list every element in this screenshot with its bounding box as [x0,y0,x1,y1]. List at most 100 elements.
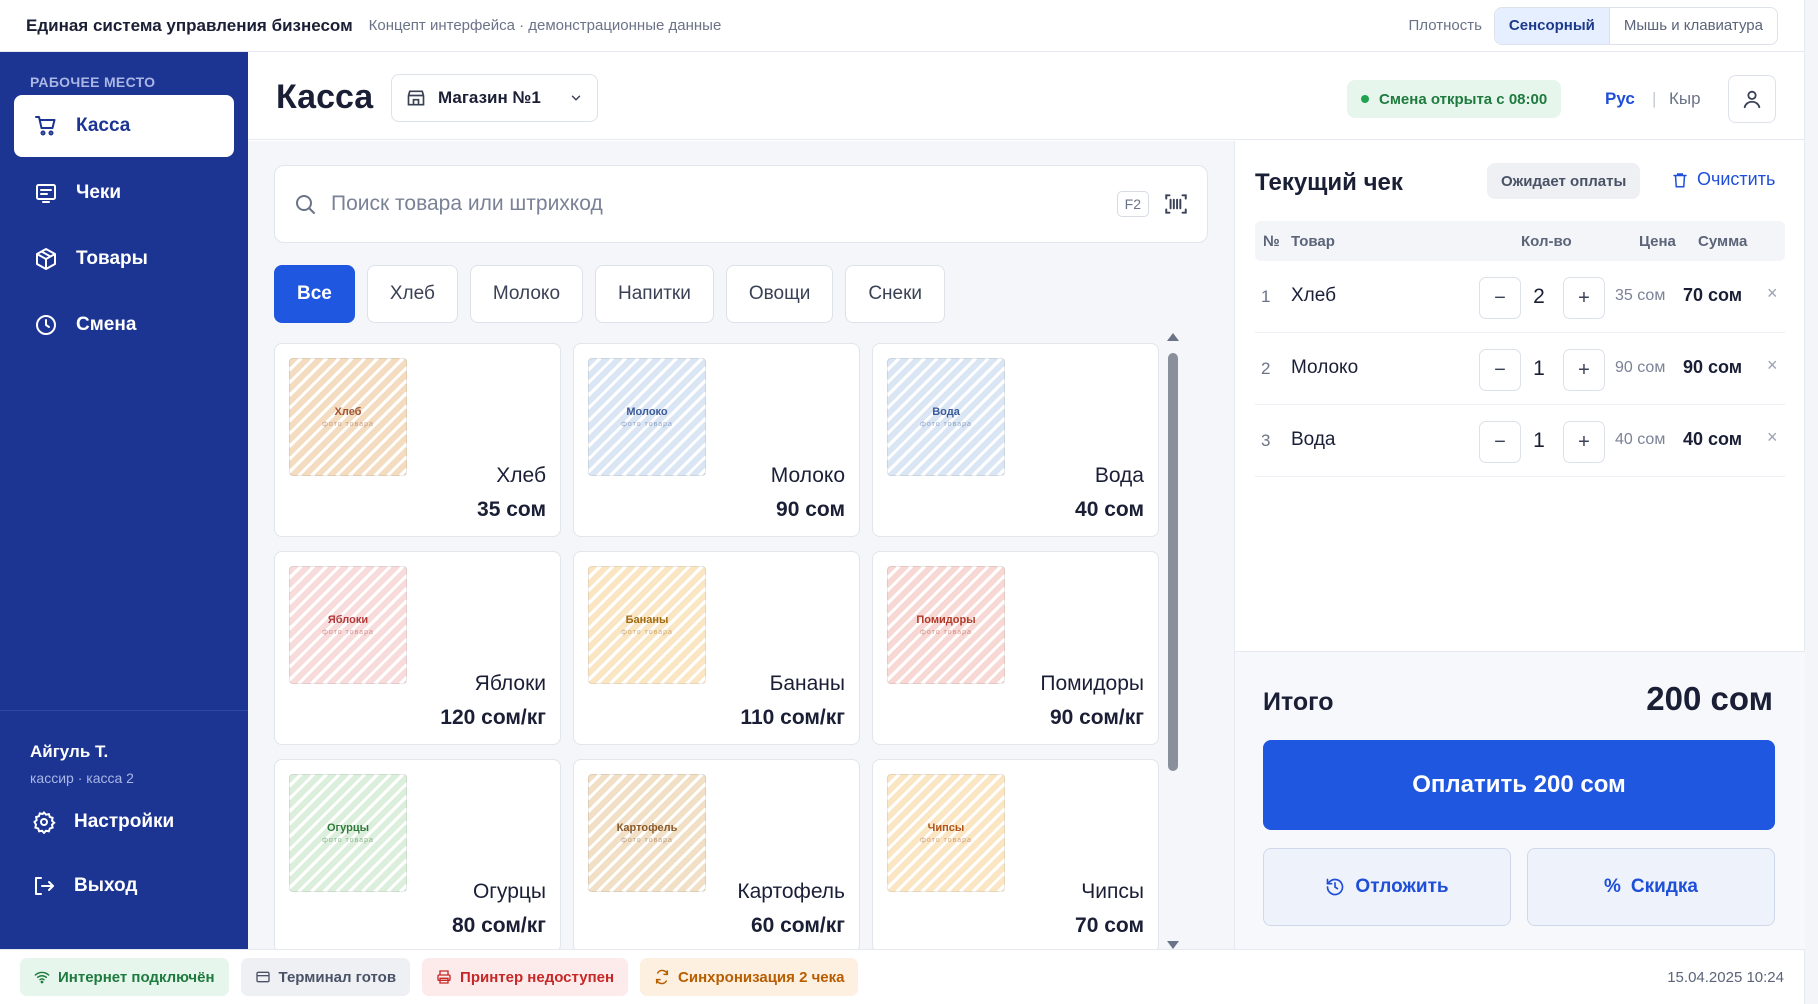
product-card[interactable]: Огурцы фото товара Огурцы 80 сом/кг [274,759,561,949]
product-photo-caption: фото товара [920,837,972,844]
box-icon [32,245,60,273]
current-receipt: Текущий чек Ожидает оплаты Очистить № То… [1234,141,1805,949]
line-number: 1 [1261,287,1271,306]
line-unit-price: 35 сом [1615,287,1666,304]
user-role: кассир · касса 2 [30,770,134,786]
scrollbar-thumb[interactable] [1168,353,1178,771]
logout-link[interactable]: Выход [30,872,137,900]
receipt-title: Текущий чек [1255,169,1403,196]
product-photo-label: Хлеб [334,406,362,418]
product-photo-label: Бананы [625,614,669,626]
line-sum: 70 сом [1683,285,1743,305]
quantity-increase-button[interactable]: + [1563,349,1605,391]
profile-button[interactable] [1728,75,1776,123]
sidebar-item-shift[interactable]: Смена [14,294,234,356]
postpone-button[interactable]: Отложить [1263,848,1511,926]
sidebar: РАБОЧЕЕ МЕСТО Касса Чеки Товары Смена Ай… [0,52,248,949]
quantity-increase-button[interactable]: + [1563,277,1605,319]
product-photo-placeholder: Молоко фото товара [588,358,706,476]
density-mouse-option[interactable]: Мышь и клавиатура [1608,7,1777,44]
product-name: Яблоки [474,672,546,695]
search-input[interactable] [331,192,1117,216]
page-scrollbar[interactable] [1804,0,1818,1004]
product-photo-label: Вода [932,406,960,418]
sync-icon [654,969,670,985]
quantity-decrease-button[interactable]: − [1479,421,1521,463]
category-chip-bread[interactable]: Хлеб [366,265,458,323]
store-icon [406,88,426,108]
product-price: 35 сом [477,498,546,521]
sidebar-item-pos[interactable]: Касса [14,95,234,157]
terminal-status-text: Терминал готов [278,968,397,986]
product-photo-placeholder: Огурцы фото товара [289,774,407,892]
category-chip-milk[interactable]: Молоко [469,265,584,323]
quantity-decrease-button[interactable]: − [1479,349,1521,391]
barcode-scan-icon[interactable] [1163,191,1189,217]
product-photo-placeholder: Картофель фото товара [588,774,706,892]
product-photo-label: Картофель [616,822,678,834]
wifi-icon [34,969,50,985]
scroll-up-icon[interactable] [1167,333,1179,341]
settings-link[interactable]: Настройки [30,808,174,836]
total-label: Итого [1263,688,1334,716]
discount-label: Скидка [1630,876,1698,897]
pay-button[interactable]: Оплатить 200 сом [1263,740,1775,830]
sidebar-item-receipts[interactable]: Чеки [14,162,234,224]
sync-status-text: Синхронизация 2 чека [678,968,845,986]
scroll-down-icon[interactable] [1167,941,1179,949]
product-card[interactable]: Бананы фото товара Бананы 110 сом/кг [573,551,860,745]
product-photo-placeholder: Помидоры фото товара [887,566,1005,684]
receipt-status-badge: Ожидает оплаты [1487,163,1641,199]
language-ky[interactable]: Кыр [1669,89,1701,109]
app-subtitle: Концепт интерфейса · демонстрационные да… [368,17,722,34]
sidebar-item-products[interactable]: Товары [14,228,234,290]
shift-status-badge: Смена открыта с 08:00 [1347,80,1562,118]
quantity-increase-button[interactable]: + [1563,421,1605,463]
product-card[interactable]: Картофель фото товара Картофель 60 сом/кг [573,759,860,949]
discount-button[interactable]: % Скидка [1527,848,1775,926]
product-name: Чипсы [1081,880,1144,903]
product-card[interactable]: Хлеб фото товара Хлеб 35 сом [274,343,561,537]
product-card[interactable]: Яблоки фото товара Яблоки 120 сом/кг [274,551,561,745]
product-photo-caption: фото товара [322,421,374,428]
quantity-decrease-button[interactable]: − [1479,277,1521,319]
language-ru[interactable]: Рус [1605,89,1635,109]
remove-line-icon[interactable]: × [1767,427,1778,448]
search-icon [293,192,317,216]
product-card[interactable]: Вода фото товара Вода 40 сом [872,343,1159,537]
percent-icon: % [1604,876,1621,897]
receipt-line: 1 Хлеб −2 +35 сом 70 сом × [1255,261,1785,333]
category-chip-vegetables[interactable]: Овощи [725,265,834,323]
product-photo-label: Молоко [626,406,668,418]
category-chip-drinks[interactable]: Напитки [595,265,714,323]
shift-status-text: Смена открыта с 08:00 [1379,90,1548,108]
density-touch-option[interactable]: Сенсорный [1494,7,1609,44]
printer-status-text: Принтер недоступен [460,968,615,986]
product-card[interactable]: Помидоры фото товара Помидоры 90 сом/кг [872,551,1159,745]
remove-line-icon[interactable]: × [1767,355,1778,376]
logout-icon [30,872,58,900]
density-switch: Сенсорный Мышь и клавиатура [1493,6,1778,45]
product-photo-placeholder: Чипсы фото товара [887,774,1005,892]
category-chip-all[interactable]: Все [274,265,355,323]
product-name: Картофель [737,880,845,903]
receipt-line: 2 Молоко −1 +90 сом 90 сом × [1255,333,1785,405]
receipt-footer: Итого 200 сом Оплатить 200 сом Отложить … [1235,651,1805,949]
logout-label: Выход [74,875,138,896]
product-photo-caption: фото товара [621,421,673,428]
product-card[interactable]: Молоко фото товара Молоко 90 сом [573,343,860,537]
product-grid-scrollbar[interactable] [1164,333,1182,949]
remove-line-icon[interactable]: × [1767,283,1778,304]
page-header: Касса Магазин №1 Смена открыта с 08:00 Р… [248,52,1804,140]
internet-status-text: Интернет подключён [58,968,215,986]
line-number: 3 [1261,431,1271,450]
store-select[interactable]: Магазин №1 [391,74,598,122]
line-quantity: 1 [1533,357,1545,380]
internet-status: Интернет подключён [20,958,229,996]
category-chip-snacks[interactable]: Снеки [845,265,946,323]
product-photo-caption: фото товара [920,629,972,636]
product-name: Хлеб [496,464,546,487]
product-card[interactable]: Чипсы фото товара Чипсы 70 сом [872,759,1159,949]
clear-receipt-button[interactable]: Очистить [1671,169,1775,190]
sync-status: Синхронизация 2 чека [640,958,859,996]
